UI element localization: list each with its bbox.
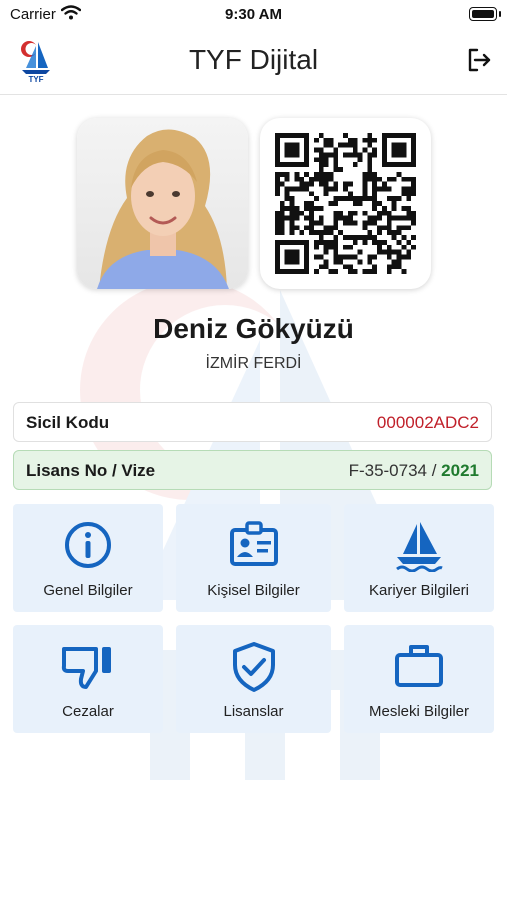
tile-label: Lisanslar xyxy=(223,703,284,720)
tile-label: Genel Bilgiler xyxy=(43,582,133,599)
lisans-label: Lisans No / Vize xyxy=(26,461,156,480)
lisans-value-group: F-35-0734 / 2021 xyxy=(349,461,479,481)
status-bar: Carrier 9:30 AM xyxy=(0,0,507,30)
lisans-number: F-35-0734 xyxy=(348,461,427,480)
sicil-value: 000002ADC2 xyxy=(376,413,479,432)
page-title: TYF Dijital xyxy=(188,44,319,75)
member-club: İZMİR FERDİ xyxy=(205,355,302,372)
briefcase-icon xyxy=(395,645,443,687)
profile-photo xyxy=(77,118,248,289)
tile-label: Kariyer Bilgileri xyxy=(368,582,470,599)
sicil-row: Sicil Kodu 000002ADC2 xyxy=(13,402,492,442)
shield-check-icon xyxy=(232,642,275,692)
info-circle-icon xyxy=(65,522,111,568)
lisans-row: Lisans No / Vize F-35-0734 / 2021 xyxy=(13,450,492,490)
id-badge-icon xyxy=(229,521,278,566)
thumbs-down-icon xyxy=(61,647,111,689)
sicil-label: Sicil Kodu xyxy=(26,413,110,432)
tile-cezalar[interactable]: Cezalar xyxy=(13,625,163,733)
lisans-separator: / xyxy=(427,461,442,480)
logo-text: TYF xyxy=(28,75,43,84)
tile-genel-bilgiler[interactable]: Genel Bilgiler xyxy=(13,504,163,612)
tile-kisisel-bilgiler[interactable]: Kişisel Bilgiler xyxy=(176,504,331,612)
avatar xyxy=(77,118,248,289)
qr-code-card xyxy=(260,118,431,289)
clock: 9:30 AM xyxy=(225,6,282,23)
nav-bar: TYF TYF Dijital xyxy=(0,30,507,95)
tile-label: Kişisel Bilgiler xyxy=(207,582,300,599)
tile-label: Cezalar xyxy=(62,703,114,720)
member-name: Deniz Gökyüzü xyxy=(153,313,354,344)
tile-lisanslar[interactable]: Lisanslar xyxy=(176,625,331,733)
qr-code xyxy=(275,133,416,274)
logout-icon[interactable] xyxy=(465,46,493,74)
battery-icon xyxy=(469,7,501,21)
tile-mesleki-bilgiler[interactable]: Mesleki Bilgiler xyxy=(344,625,494,733)
tile-kariyer-bilgileri[interactable]: Kariyer Bilgileri xyxy=(344,504,494,612)
tile-label: Mesleki Bilgiler xyxy=(368,703,470,720)
vize-year: 2021 xyxy=(441,461,479,480)
sailboat-icon xyxy=(396,522,443,572)
